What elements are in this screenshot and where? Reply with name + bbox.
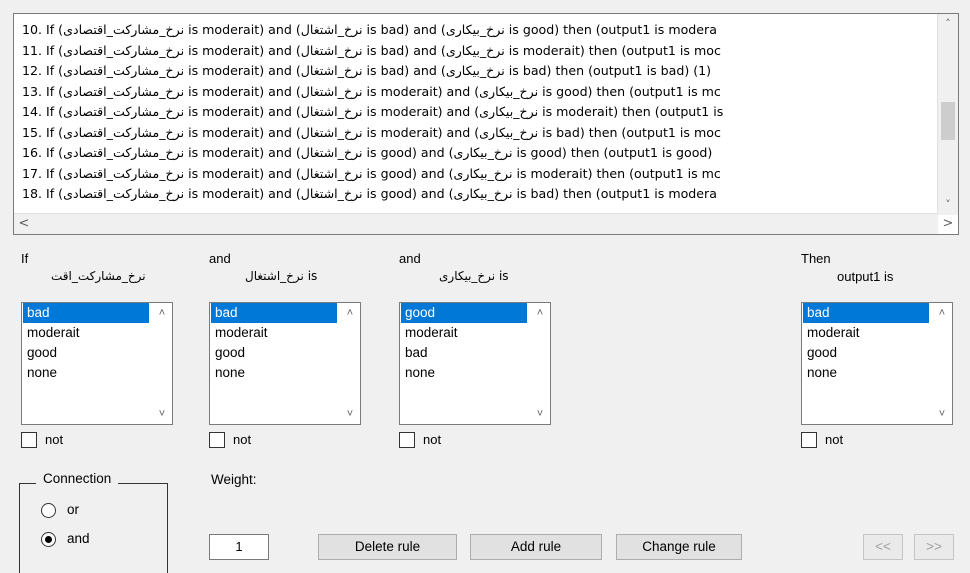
not-label: not	[825, 432, 844, 448]
and-radio[interactable]	[41, 532, 56, 547]
or-radio[interactable]	[41, 503, 56, 518]
column-heading: and	[209, 251, 231, 266]
not-label: not	[233, 432, 252, 448]
not-checkbox[interactable]	[399, 431, 415, 448]
rules-horizontal-scrollbar[interactable]: < >	[14, 213, 953, 234]
listbox-scrollbar[interactable]: ˄ ˅	[932, 303, 952, 424]
membership-listbox[interactable]: bad moderait good none ˄ ˅	[21, 302, 173, 425]
input-variable-label: نرخ_مشارکت_اقت	[51, 269, 146, 283]
rule-line[interactable]: 17. If (نرخ_مشارکت_اقتصادی is moderait) …	[22, 164, 934, 185]
chevron-left-icon[interactable]: <	[14, 214, 34, 234]
chevron-up-icon[interactable]: ˄	[932, 303, 952, 323]
listbox-scrollbar[interactable]: ˄ ˅	[340, 303, 360, 424]
rule-line[interactable]: 15. If (نرخ_مشارکت_اقتصادی is moderait) …	[22, 123, 934, 144]
or-radio-label[interactable]: or	[67, 502, 79, 517]
change-rule-button[interactable]: Change rule	[616, 534, 742, 560]
not-checkbox-row[interactable]: not	[21, 431, 63, 448]
chevron-down-icon[interactable]: ˅	[152, 404, 172, 424]
weight-input[interactable]: 1	[209, 534, 269, 560]
weight-label: Weight:	[211, 472, 257, 487]
listbox-scrollbar[interactable]: ˄ ˅	[152, 303, 172, 424]
membership-listbox[interactable]: bad moderait good none ˄ ˅	[801, 302, 953, 425]
list-item[interactable]: none	[211, 363, 337, 383]
add-rule-button[interactable]: Add rule	[470, 534, 602, 560]
connection-title: Connection	[36, 471, 119, 486]
list-item[interactable]: moderait	[211, 323, 337, 343]
rule-line[interactable]: 14. If (نرخ_مشارکت_اقتصادی is moderait) …	[22, 102, 934, 123]
chevron-up-icon[interactable]: ˄	[340, 303, 360, 323]
list-item[interactable]: moderait	[401, 323, 527, 343]
chevron-down-icon[interactable]: ˅	[938, 195, 958, 215]
output-variable-label: output1 is	[837, 269, 894, 284]
not-checkbox-row[interactable]: not	[801, 431, 843, 448]
rules-vertical-scrollbar[interactable]: ˄ ˅	[937, 14, 958, 215]
list-item[interactable]: good	[211, 343, 337, 363]
scrollbar-thumb[interactable]	[941, 102, 955, 140]
membership-listbox[interactable]: bad moderait good none ˄ ˅	[209, 302, 361, 425]
chevron-down-icon[interactable]: ˅	[932, 404, 952, 424]
chevron-right-icon[interactable]: >	[938, 214, 958, 234]
not-label: not	[423, 432, 442, 448]
rule-line[interactable]: 12. If (نرخ_مشارکت_اقتصادی is moderait) …	[22, 61, 934, 82]
column-heading: and	[399, 251, 421, 266]
list-item[interactable]: none	[803, 363, 929, 383]
column-heading: If	[21, 251, 29, 266]
rule-line[interactable]: 18. If (نرخ_مشارکت_اقتصادی is moderait) …	[22, 184, 934, 205]
chevron-up-icon[interactable]: ˄	[530, 303, 550, 323]
list-item[interactable]: bad	[23, 303, 149, 323]
not-checkbox-row[interactable]: not	[399, 431, 441, 448]
chevron-up-icon[interactable]: ˄	[152, 303, 172, 323]
listbox-scrollbar[interactable]: ˄ ˅	[530, 303, 550, 424]
rule-line[interactable]: 13. If (نرخ_مشارکت_اقتصادی is moderait) …	[22, 82, 934, 103]
list-item[interactable]: moderait	[803, 323, 929, 343]
not-checkbox[interactable]	[209, 431, 225, 448]
not-checkbox[interactable]	[21, 431, 37, 448]
rule-line[interactable]: 10. If (نرخ_مشارکت_اقتصادی is moderait) …	[22, 20, 934, 41]
list-item[interactable]: good	[23, 343, 149, 363]
antecedent-column-2: and نرخ_اشتغال is bad moderait good none…	[209, 251, 379, 451]
list-item[interactable]: none	[401, 363, 527, 383]
not-checkbox[interactable]	[801, 431, 817, 448]
chevron-up-icon[interactable]: ˄	[938, 14, 958, 34]
and-radio-label[interactable]: and	[67, 531, 90, 546]
not-checkbox-row[interactable]: not	[209, 431, 251, 448]
not-label: not	[45, 432, 64, 448]
list-item[interactable]: good	[803, 343, 929, 363]
rules-lines: 10. If (نرخ_مشارکت_اقتصادی is moderait) …	[22, 20, 934, 220]
radio-selected-dot	[45, 536, 52, 543]
delete-rule-button[interactable]: Delete rule	[318, 534, 457, 560]
chevron-down-icon[interactable]: ˅	[530, 404, 550, 424]
rule-line[interactable]: 11. If (نرخ_مشارکت_اقتصادی is moderait) …	[22, 41, 934, 62]
list-item[interactable]: moderait	[23, 323, 149, 343]
next-button[interactable]: >>	[914, 534, 954, 560]
previous-button[interactable]: <<	[863, 534, 903, 560]
antecedent-column-1: If نرخ_مشارکت_اقت bad moderait good none…	[21, 251, 191, 451]
membership-listbox[interactable]: good moderait bad none ˄ ˅	[399, 302, 551, 425]
column-heading: Then	[801, 251, 831, 266]
list-item[interactable]: none	[23, 363, 149, 383]
connection-group	[19, 483, 168, 573]
rules-listbox[interactable]: 10. If (نرخ_مشارکت_اقتصادی is moderait) …	[13, 13, 959, 235]
rule-line[interactable]: 16. If (نرخ_مشارکت_اقتصادی is moderait) …	[22, 143, 934, 164]
list-item[interactable]: bad	[211, 303, 337, 323]
list-item[interactable]: bad	[803, 303, 929, 323]
consequent-column: Then output1 is bad moderait good none ˄…	[801, 251, 961, 451]
input-variable-label: نرخ_اشتغال is	[245, 269, 318, 283]
antecedent-column-3: and نرخ_بیکاری is good moderait bad none…	[399, 251, 569, 451]
list-item[interactable]: good	[401, 303, 527, 323]
list-item[interactable]: bad	[401, 343, 527, 363]
input-variable-label: نرخ_بیکاری is	[439, 269, 509, 283]
chevron-down-icon[interactable]: ˅	[340, 404, 360, 424]
